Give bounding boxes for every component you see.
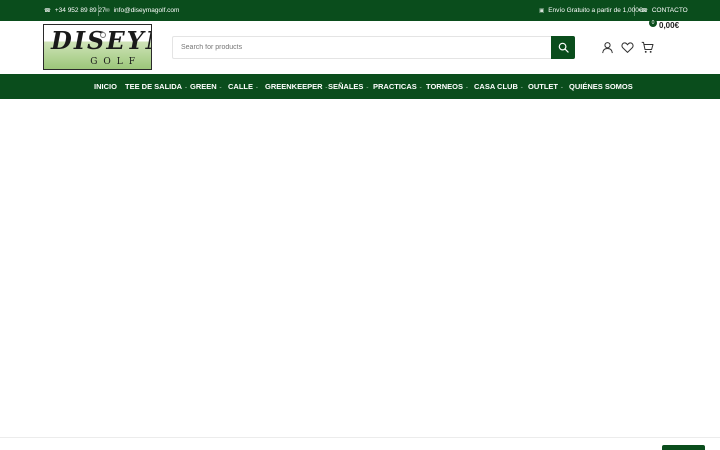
account-button[interactable] [601,41,615,55]
nav-item-label: CASA CLUB [474,82,518,91]
nav-item-greenkeeper[interactable]: GREENKEEPER ⌄ [265,74,328,99]
phone-icon: ☎ [641,7,648,14]
nav-item-torneos[interactable]: TORNEOS ⌄ [426,74,469,99]
chevron-down-icon: ⌄ [418,83,423,89]
nav-item-inicio[interactable]: INICIO [94,74,117,99]
nav-item-label: TEE DE SALIDA [125,82,183,91]
nav-item-tee-de-salida[interactable]: TEE DE SALIDA ⌄ [125,74,188,99]
search-input[interactable] [173,37,553,58]
envelope-icon: ✉ [105,7,110,14]
nav-item-practicas[interactable]: PRACTICAS ⌄ [373,74,423,99]
nav-item-casa-club[interactable]: CASA CLUB ⌄ [474,74,524,99]
truck-icon: ▣ [539,7,545,14]
user-icon [602,42,613,54]
wishlist-button[interactable] [621,41,635,55]
nav-item-label: OUTLET [528,82,558,91]
logo-sub-text: GOLF [90,57,141,67]
contact-link[interactable]: CONTACTO [652,7,688,14]
chevron-down-icon: ⌄ [218,83,223,89]
cart-count-badge: 0 [649,19,657,27]
chevron-down-icon: ⌄ [560,83,564,89]
nav-item-green[interactable]: GREEN ⌄ [190,74,222,99]
floating-button[interactable] [662,445,705,450]
nav-item-label: PRACTICAS [373,82,417,91]
chevron-down-icon: ⌄ [519,83,524,89]
nav-item-label: GREEN [190,82,217,91]
cart-icon [641,41,654,53]
nav-item-label: QUIÉNES SOMOS [569,82,633,91]
nav-item-label: CALLE [228,82,253,91]
main-nav: INICIO TEE DE SALIDA ⌄ GREEN ⌄ CALLE ⌄ GREE… [0,74,720,99]
topbar-shipping: ▣ Envío Gratuito a partir de 1,000€ [539,0,643,21]
topbar-phone[interactable]: ☎ +34 952 89 89 27 [44,0,106,21]
nav-item-senales[interactable]: SEÑALES ⌄ [328,74,369,99]
topbar-email[interactable]: ✉ info@diseymagolf.com [105,0,179,21]
chevron-down-icon: ⌄ [464,83,469,89]
golf-ball-icon [100,32,106,38]
nav-item-calle[interactable]: CALLE ⌄ [228,74,259,99]
shipping-text: Envío Gratuito a partir de 1,000€ [548,7,643,14]
search-button[interactable] [551,36,575,59]
logo-main-text: DISEYMA [51,26,151,55]
chevron-down-icon: ⌄ [184,83,188,89]
topbar-divider [98,5,99,16]
email-address[interactable]: info@diseymagolf.com [114,7,180,14]
cart-button[interactable] [641,41,655,55]
nav-item-label: SEÑALES [328,82,364,91]
chevron-down-icon: ⌄ [255,83,259,89]
chevron-down-icon: ⌄ [365,83,370,89]
search-icon [558,42,569,53]
heart-icon [621,42,634,53]
nav-item-label: INICIO [94,82,117,91]
nav-item-quienes-somos[interactable]: QUIÉNES SOMOS [569,74,633,99]
topbar-contact[interactable]: ☎ CONTACTO [641,0,688,21]
divider [0,437,720,438]
site-logo[interactable]: DISEYMA GOLF [43,24,152,70]
nav-item-label: GREENKEEPER [265,82,323,91]
phone-icon: ☎ [44,7,51,14]
cart-total[interactable]: 0,00€ [659,21,679,30]
nav-item-outlet[interactable]: OUTLET ⌄ [528,74,564,99]
topbar-divider [634,5,635,16]
top-bar: ☎ +34 952 89 89 27 ✉ info@diseymagolf.co… [0,0,720,21]
site-header: DISEYMA GOLF [0,21,720,74]
nav-item-label: TORNEOS [426,82,463,91]
page-content [0,99,720,437]
search-form [172,36,575,59]
